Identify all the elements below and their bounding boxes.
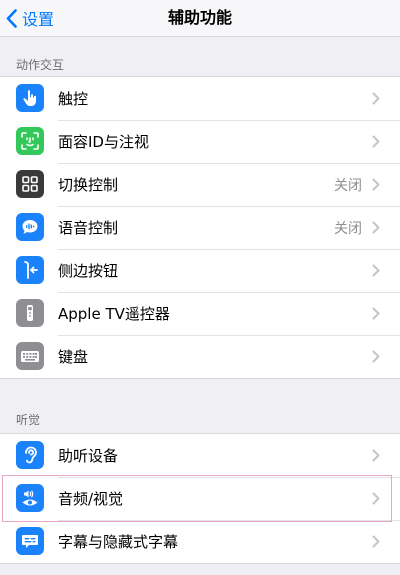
row-voice-control[interactable]: 语音控制 关闭 [0, 206, 400, 249]
row-side-button[interactable]: 侧边按钮 [0, 249, 400, 292]
subtitles-icon [16, 527, 44, 555]
chevron-right-icon [372, 449, 380, 462]
section-header-interaction: 动作交互 [16, 58, 65, 72]
chevron-left-icon [6, 8, 17, 28]
row-side-button-label: 侧边按钮 [58, 262, 119, 280]
tv-remote-icon [16, 299, 44, 327]
row-apple-tv-remote-label: Apple TV遥控器 [58, 305, 170, 323]
touch-hand-icon [16, 84, 44, 112]
row-hearing-devices[interactable]: 助听设备 [0, 434, 400, 477]
row-face-id-label: 面容ID与注视 [58, 133, 149, 151]
row-switch-control-label: 切换控制 [58, 176, 119, 194]
section-header-hearing: 听觉 [16, 413, 41, 427]
chevron-right-icon [372, 92, 380, 105]
page-title: 辅助功能 [167, 8, 232, 27]
back-button-label: 设置 [22, 10, 55, 29]
row-keyboard-label: 键盘 [58, 348, 89, 366]
row-switch-control-value: 关闭 [334, 177, 362, 194]
row-voice-control-value: 关闭 [334, 220, 362, 237]
audio-visual-icon [16, 484, 44, 512]
chevron-right-icon [372, 221, 380, 234]
chevron-right-icon [372, 350, 380, 363]
row-switch-control[interactable]: 切换控制 关闭 [0, 163, 400, 206]
keyboard-icon [16, 342, 44, 370]
row-keyboard[interactable]: 键盘 [0, 335, 400, 378]
chevron-right-icon [372, 135, 380, 148]
chevron-right-icon [372, 492, 380, 505]
row-apple-tv-remote[interactable]: Apple TV遥控器 [0, 292, 400, 335]
voice-control-icon [16, 213, 44, 241]
hearing-group: 助听设备 音频/视觉 字幕与隐藏式字幕 [0, 433, 400, 564]
row-subtitles-captions-label: 字幕与隐藏式字幕 [58, 533, 179, 551]
row-audio-visual-label: 音频/视觉 [58, 490, 124, 508]
row-touch-label: 触控 [58, 90, 89, 108]
hearing-ear-icon [16, 441, 44, 469]
back-button[interactable]: 设置 [6, 0, 54, 36]
row-voice-control-label: 语音控制 [58, 219, 119, 237]
chevron-right-icon [372, 178, 380, 191]
face-id-icon [16, 127, 44, 155]
chevron-right-icon [372, 535, 380, 548]
row-audio-visual[interactable]: 音频/视觉 [0, 477, 400, 520]
side-button-icon [16, 256, 44, 284]
interaction-group: 触控 面容ID与注视 切换控制 关闭 语音控制 关闭 侧边按钮 Apple TV… [0, 76, 400, 379]
row-hearing-devices-label: 助听设备 [58, 447, 119, 465]
row-touch[interactable]: 触控 [0, 77, 400, 120]
chevron-right-icon [372, 264, 380, 277]
navigation-bar: 设置 辅助功能 [0, 0, 400, 37]
row-subtitles-captions[interactable]: 字幕与隐藏式字幕 [0, 520, 400, 563]
switch-control-icon [16, 170, 44, 198]
chevron-right-icon [372, 307, 380, 320]
row-face-id[interactable]: 面容ID与注视 [0, 120, 400, 163]
